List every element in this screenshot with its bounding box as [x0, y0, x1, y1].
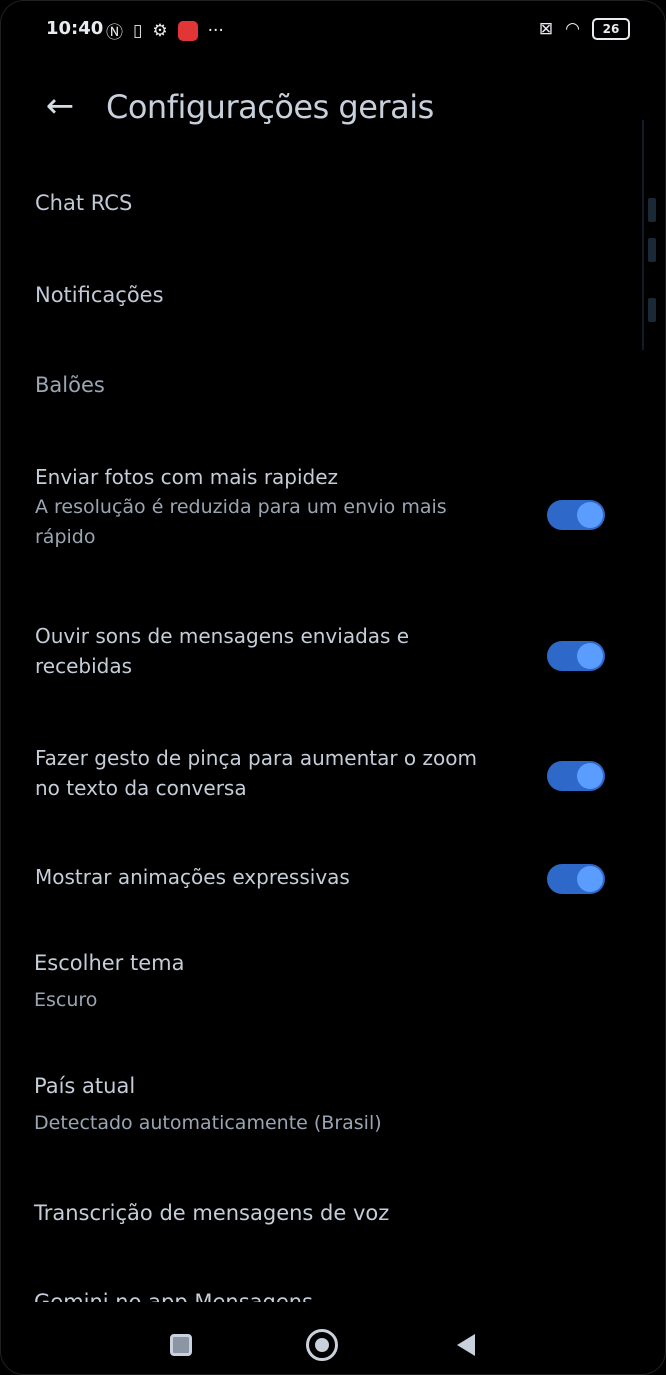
- recents-square-icon: [170, 1334, 192, 1356]
- navigation-bar: [0, 1305, 666, 1375]
- app-header: ← Configurações gerais: [0, 74, 666, 146]
- home-circle-icon: [306, 1329, 338, 1361]
- menu-item-chat-rcs[interactable]: Chat RCS: [35, 191, 132, 215]
- scroll-edge: [642, 120, 658, 350]
- setting-gemini[interactable]: Gemini no app Mensagens: [34, 1282, 313, 1302]
- setting-title: País atual: [34, 1074, 136, 1098]
- setting-value: Escuro: [34, 989, 98, 1011]
- setting-title: Transcrição de mensagens de voz: [34, 1201, 390, 1225]
- edge-mark: [648, 198, 656, 222]
- more-dots-icon: ···: [207, 20, 224, 41]
- send-photos-switch[interactable]: [547, 500, 605, 530]
- wifi-icon: ◠: [565, 19, 580, 39]
- switch-knob: [577, 763, 603, 789]
- toggle-row-send-photos[interactable]: Enviar fotos com mais rapidez A resoluçã…: [35, 462, 615, 552]
- pinch-zoom-switch[interactable]: [547, 761, 605, 791]
- switch-knob: [577, 502, 603, 528]
- switch-knob: [577, 866, 603, 892]
- toggle-title: Enviar fotos com mais rapidez: [35, 465, 339, 489]
- toggle-row-expressive-animations[interactable]: Mostrar animações expressivas: [35, 862, 615, 894]
- status-icons-left: Ⓝ ▯ ⚙ ···: [106, 18, 224, 43]
- home-button[interactable]: [302, 1325, 342, 1365]
- setting-voice-transcription[interactable]: Transcrição de mensagens de voz: [34, 1198, 389, 1228]
- edge-mark: [648, 238, 656, 262]
- setting-choose-theme[interactable]: Escolher tema Escuro: [34, 948, 184, 1016]
- toggle-row-message-sounds[interactable]: Ouvir sons de mensagens enviadas e receb…: [35, 621, 615, 681]
- toggle-title: Mostrar animações expressivas: [35, 865, 350, 889]
- toggle-title: Fazer gesto de pinça para aumentar o zoo…: [35, 746, 477, 800]
- section-label-bubbles: Balões: [35, 373, 105, 397]
- app-notification-icon: [177, 20, 198, 41]
- sim-x-icon: ⊠: [538, 19, 554, 39]
- status-time: 10:40: [46, 18, 104, 39]
- edge-mark: [648, 298, 656, 322]
- screen: 10:40 Ⓝ ▯ ⚙ ··· ⊠ ◠ 26 ← Configurações g…: [0, 0, 666, 1375]
- status-bar: 10:40 Ⓝ ▯ ⚙ ··· ⊠ ◠ 26: [0, 12, 666, 52]
- back-triangle-icon: [457, 1334, 475, 1356]
- message-sounds-switch[interactable]: [547, 641, 605, 671]
- toggle-row-pinch-zoom[interactable]: Fazer gesto de pinça para aumentar o zoo…: [35, 743, 615, 803]
- back-nav-button[interactable]: [446, 1325, 486, 1365]
- back-arrow-icon[interactable]: ←: [40, 86, 80, 126]
- setting-value: Detectado automaticamente (Brasil): [34, 1112, 382, 1134]
- menu-item-notifications[interactable]: Notificações: [35, 283, 164, 307]
- page-title: Configurações gerais: [106, 88, 434, 126]
- settings-gear-icon: ⚙: [152, 20, 168, 41]
- setting-title: Escolher tema: [34, 951, 185, 975]
- battery-icon: 26: [592, 18, 630, 40]
- nfc-icon: Ⓝ: [106, 23, 123, 43]
- toggle-subtitle: A resolução é reduzida para um envio mai…: [35, 496, 447, 548]
- expressive-animations-switch[interactable]: [547, 864, 605, 894]
- recents-button[interactable]: [161, 1325, 201, 1365]
- switch-knob: [577, 643, 603, 669]
- setting-current-country[interactable]: País atual Detectado automaticamente (Br…: [34, 1071, 382, 1139]
- status-icons-right: ⊠ ◠ 26: [539, 18, 630, 40]
- toggle-title: Ouvir sons de mensagens enviadas e receb…: [35, 624, 410, 678]
- sim-icon: ▯: [133, 20, 143, 41]
